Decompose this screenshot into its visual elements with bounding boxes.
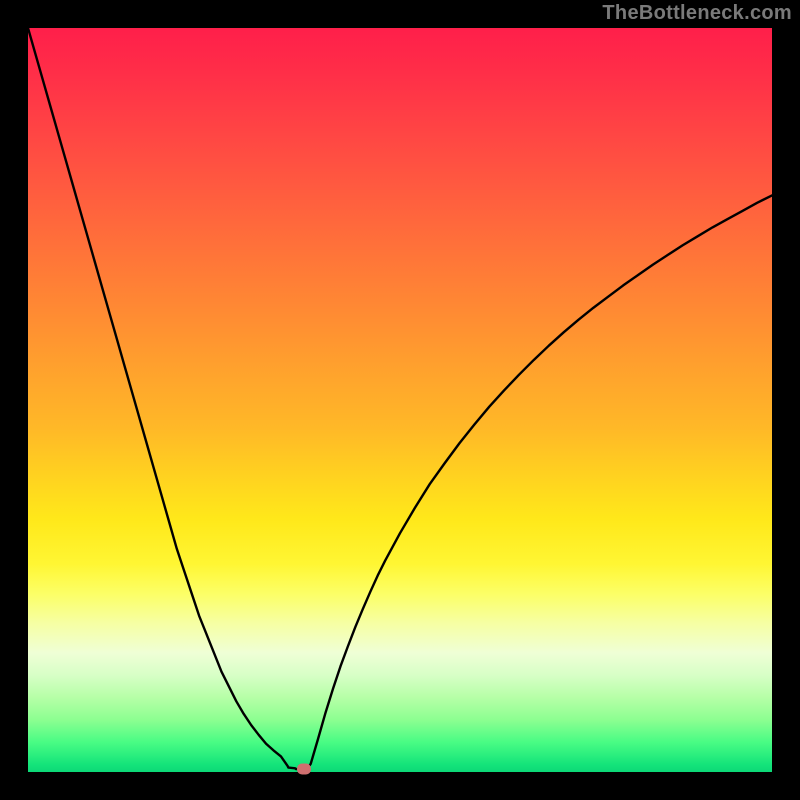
optimum-marker xyxy=(297,764,311,775)
curve-svg xyxy=(28,28,772,772)
chart-container: TheBottleneck.com xyxy=(0,0,800,800)
plot-area xyxy=(28,28,772,772)
watermark-text: TheBottleneck.com xyxy=(602,2,792,25)
bottleneck-curve xyxy=(28,28,772,769)
